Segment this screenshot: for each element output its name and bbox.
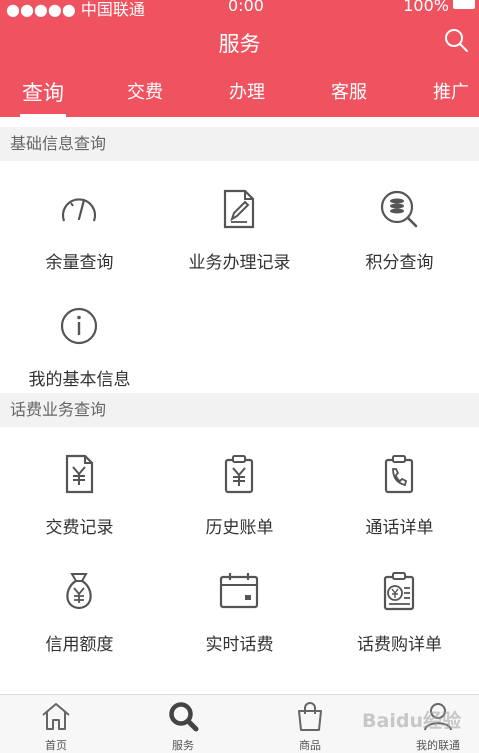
section-header-basic-info: 基础信息查询 <box>0 127 479 161</box>
tile-label: 历史账单 <box>205 518 274 538</box>
tile-label: 实时话费 <box>205 635 274 655</box>
nav-home[interactable]: 首页 <box>6 695 106 753</box>
yuan-clipboard-icon <box>224 455 254 494</box>
nav-label: 我的联通 <box>416 739 460 752</box>
tile-label: 积分查询 <box>365 253 434 273</box>
yuan-list-icon <box>383 572 415 611</box>
tile-label: 话费购详单 <box>357 635 442 655</box>
tab-label: 推广 <box>433 82 469 103</box>
tab-label: 办理 <box>229 82 265 103</box>
tab-bar: 查询 交费 办理 客服 推广 <box>0 78 479 117</box>
gauge-icon <box>61 198 97 222</box>
tab-handle[interactable]: 办理 <box>226 78 268 117</box>
nav-label: 首页 <box>45 739 67 752</box>
yuan-document-icon <box>65 454 94 494</box>
tab-active-indicator <box>20 114 66 117</box>
nav-label: 服务 <box>172 739 194 752</box>
calendar-icon <box>219 573 259 609</box>
tile-label: 交费记录 <box>45 518 114 538</box>
tile-realtime-fee[interactable]: 实时话费 <box>160 559 319 675</box>
watermark: Baidu经验 <box>362 710 461 732</box>
search-icon[interactable] <box>443 27 469 53</box>
tab-promote[interactable]: 推广 <box>430 78 472 117</box>
tile-points-query[interactable]: 积分查询 <box>320 177 479 293</box>
app-header: ●●●●● 中国联通 0:00 100% 服务 查询 交费 办理 客服 推广 <box>0 0 479 117</box>
document-edit-icon <box>223 189 255 229</box>
tile-credit-limit[interactable]: 信用额度 <box>0 559 159 675</box>
battery-icon <box>453 0 475 9</box>
section-header-billing: 话费业务查询 <box>0 393 479 427</box>
tab-service[interactable]: 客服 <box>328 78 370 117</box>
nav-products[interactable]: 商品 <box>260 695 360 753</box>
clock: 0:00 <box>228 0 264 15</box>
tile-label: 通话详单 <box>365 518 434 538</box>
tile-history-bill[interactable]: 历史账单 <box>160 442 319 558</box>
tile-payment-record[interactable]: 交费记录 <box>0 442 159 558</box>
coins-search-icon <box>380 190 418 228</box>
nav-service[interactable]: 服务 <box>133 695 233 753</box>
tile-fee-purchase-detail[interactable]: 话费购详单 <box>320 559 479 675</box>
battery-percent: 100% <box>403 0 449 15</box>
tab-query[interactable]: 查询 <box>20 78 66 117</box>
tab-payment[interactable]: 交费 <box>124 78 166 117</box>
info-icon <box>60 307 98 345</box>
search-icon <box>169 702 199 732</box>
tile-label: 信用额度 <box>45 635 114 655</box>
tile-balance-query[interactable]: 余量查询 <box>0 177 159 293</box>
shopping-bag-icon <box>298 702 322 731</box>
tile-label: 余量查询 <box>45 253 114 273</box>
nav-label: 商品 <box>299 739 321 752</box>
tile-call-detail[interactable]: 通话详单 <box>320 442 479 558</box>
carrier-label: ●●●●● 中国联通 <box>6 0 145 19</box>
home-icon <box>42 703 70 730</box>
tile-label: 我的基本信息 <box>28 370 131 390</box>
page-title: 服务 <box>218 32 261 56</box>
tab-label: 交费 <box>127 82 163 103</box>
tile-label: 业务办理记录 <box>188 253 291 273</box>
tab-label: 查询 <box>22 81 64 105</box>
status-bar: ●●●●● 中国联通 0:00 100% <box>0 0 479 19</box>
phone-clipboard-icon <box>384 455 414 494</box>
tile-business-record[interactable]: 业务办理记录 <box>160 177 319 293</box>
money-bag-icon <box>66 573 92 610</box>
tab-label: 客服 <box>331 82 367 103</box>
